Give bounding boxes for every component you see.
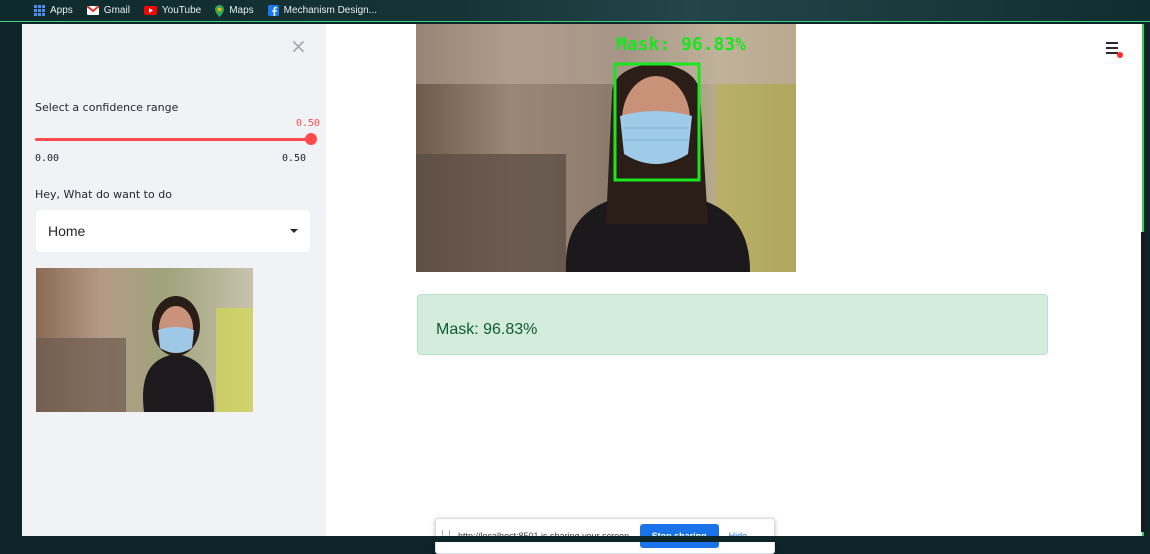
bottom-strip <box>0 536 1150 542</box>
slider-current-value: 0.50 <box>296 118 321 129</box>
notification-dot <box>1117 52 1123 58</box>
bookmark-mechanism[interactable]: Mechanism Design... <box>267 5 378 16</box>
slider-min-value: 0.00 <box>35 153 60 164</box>
confidence-slider-label: Select a confidence range <box>35 101 179 114</box>
slider-max-value: 0.50 <box>282 153 307 164</box>
bookmark-maps-label: Maps <box>229 5 254 16</box>
bookmark-maps[interactable]: Maps <box>215 4 254 17</box>
detection-result-image: Mask: 96.83% <box>416 24 796 272</box>
slider-track[interactable] <box>35 138 311 141</box>
chevron-down-icon <box>290 229 298 233</box>
gmail-icon <box>86 6 99 15</box>
uploaded-image-thumbnail <box>36 268 253 412</box>
detection-label: Mask: 96.83% <box>616 34 746 55</box>
bookmark-mechanism-label: Mechanism Design... <box>283 5 378 16</box>
apps-grid-icon <box>34 5 45 16</box>
facebook-icon <box>267 5 279 16</box>
bookmark-youtube-label: YouTube <box>161 5 202 16</box>
scrollbar-thumb[interactable] <box>1141 232 1145 532</box>
bookmarks-bar: Apps Gmail YouTube Maps Mechanism Design… <box>0 0 1150 22</box>
action-select[interactable]: Home <box>36 210 310 252</box>
bookmark-gmail[interactable]: Gmail <box>86 5 130 16</box>
maps-pin-icon <box>215 4 225 17</box>
action-select-label: Hey, What do want to do <box>35 188 172 201</box>
success-alert: Mask: 96.83% <box>417 294 1048 355</box>
close-sidebar-icon[interactable]: × <box>290 36 307 56</box>
bookmark-gmail-label: Gmail <box>103 5 130 16</box>
sidebar: × Select a confidence range 0.50 0.00 0.… <box>22 24 326 538</box>
bookmark-apps-label: Apps <box>50 5 73 16</box>
slider-thumb[interactable] <box>305 133 317 145</box>
result-text: Mask: 96.83% <box>436 321 538 338</box>
bookmark-youtube[interactable]: YouTube <box>143 5 202 16</box>
main-menu-icon[interactable] <box>1106 42 1123 58</box>
youtube-icon <box>143 6 157 15</box>
bookmark-apps[interactable]: Apps <box>34 5 73 16</box>
action-select-value: Home <box>48 223 86 239</box>
streamlit-app: × Select a confidence range 0.50 0.00 0.… <box>22 24 1142 554</box>
